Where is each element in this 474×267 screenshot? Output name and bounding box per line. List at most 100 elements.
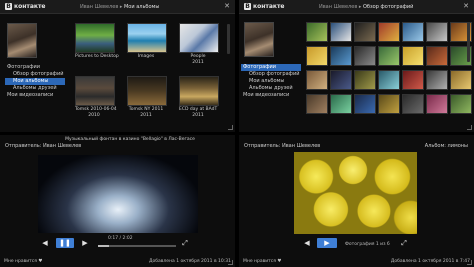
photo-thumbnail[interactable] — [378, 22, 400, 42]
album-date: 2011 — [192, 113, 204, 118]
album-label[interactable]: Альбом: лимоны — [425, 143, 468, 149]
resize-grip-icon[interactable] — [228, 125, 233, 130]
photo-thumbnail[interactable] — [354, 22, 376, 42]
album-cover — [179, 76, 219, 106]
album-card[interactable]: People 2011 — [179, 23, 219, 65]
album-cover — [127, 76, 167, 106]
resize-grip-icon[interactable] — [467, 125, 472, 130]
sidebar-item-photos[interactable]: Фотографии — [5, 64, 65, 71]
pause-button[interactable]: ❚❚ — [56, 238, 74, 248]
album-cover — [75, 76, 115, 106]
sidebar-item-my-videos[interactable]: Мои видеозаписи — [241, 92, 301, 99]
video-controls: ◀ ❚❚ ▶ 0:17 / 2:02 ⤢ — [0, 236, 235, 250]
photo-thumbnail[interactable] — [426, 22, 448, 42]
photo-thumbnail[interactable] — [426, 70, 448, 90]
video-player-window: Музыкальный фонтан в казино "Bellagio" в… — [0, 135, 235, 267]
album-date: 2010 — [88, 113, 100, 118]
fullscreen-icon[interactable]: ⤢ — [399, 238, 409, 248]
prev-icon[interactable]: ◀ — [40, 238, 50, 248]
sidebar-item-friends-albums[interactable]: Альбомы друзей — [241, 85, 301, 92]
close-icon[interactable]: ✕ — [463, 3, 469, 10]
next-photo-button[interactable]: ▶ — [317, 238, 337, 248]
vk-logo-badge: B — [244, 3, 251, 10]
album-title: Pictures to Desktop — [75, 54, 119, 59]
sidebar-item-photo-overview[interactable]: Обзор фотографий — [5, 71, 65, 78]
photo-thumbnail[interactable] — [306, 94, 328, 114]
photo-overview-window: B контакте Иван Шевелев ▸ Обзор фотограф… — [239, 0, 474, 132]
like-button[interactable]: Мне нравится ♥ — [4, 259, 42, 264]
photo-thumbnail[interactable] — [450, 94, 472, 114]
close-icon[interactable]: ✕ — [224, 3, 230, 10]
photo-grid — [306, 22, 472, 114]
album-card[interactable]: Images — [127, 23, 167, 59]
photo-thumbnail[interactable] — [354, 70, 376, 90]
album-cover — [179, 23, 219, 53]
album-card[interactable]: Tomsk 2010-06-04 2010 — [75, 76, 117, 118]
video-title: Музыкальный фонтан в казино "Bellagio" в… — [65, 137, 195, 142]
photo-thumbnail[interactable] — [426, 46, 448, 66]
added-date: Добавлена 1 октября 2011 в 7:47 — [390, 259, 470, 264]
fullscreen-icon[interactable]: ⤢ — [180, 238, 190, 248]
album-date: 2011 — [140, 113, 152, 118]
album-cover — [127, 23, 167, 53]
photo-thumbnail[interactable] — [450, 70, 472, 90]
progress-fill — [98, 245, 109, 247]
resize-grip-icon[interactable] — [467, 260, 472, 265]
album-card[interactable]: Tomsk NY 2011 2011 — [127, 76, 167, 118]
photo-thumbnail[interactable] — [378, 46, 400, 66]
sidebar-item-my-albums[interactable]: Мои альбомы — [5, 78, 65, 85]
breadcrumb: Иван Шевелев ▸ Мои альбомы — [80, 4, 160, 10]
sidebar-menu: Фотографии Обзор фотографий Мои альбомы … — [241, 64, 301, 99]
sidebar-item-photos[interactable]: Фотографии — [241, 64, 301, 71]
breadcrumb: Иван Шевелев ▸ Обзор фотографий — [319, 4, 414, 10]
video-frame[interactable] — [38, 155, 198, 233]
sidebar-item-my-albums[interactable]: Мои альбомы — [241, 78, 301, 85]
photo-viewer-window: Отправитель: Иван Шевелев Альбом: лимоны… — [239, 135, 474, 267]
scrollbar[interactable] — [467, 22, 470, 62]
sender-label[interactable]: Отправитель: Иван Шевелев — [244, 143, 320, 149]
sidebar-menu: Фотографии Обзор фотографий Мои альбомы … — [5, 64, 65, 99]
photo-thumbnail[interactable] — [306, 46, 328, 66]
photo-thumbnail[interactable] — [426, 94, 448, 114]
like-label: Мне нравится — [243, 259, 276, 264]
next-icon[interactable]: ▶ — [80, 238, 90, 248]
photo-thumbnail[interactable] — [330, 70, 352, 90]
photo-thumbnail[interactable] — [354, 94, 376, 114]
album-title: Tomsk 2010-06-04 — [75, 107, 117, 112]
album-card[interactable]: ECD day at BAdT 2011 — [179, 76, 219, 118]
photo-thumbnail[interactable] — [378, 70, 400, 90]
sender-label[interactable]: Отправитель: Иван Шевелев — [5, 143, 81, 149]
photo-thumbnail[interactable] — [330, 22, 352, 42]
photo-thumbnail[interactable] — [402, 46, 424, 66]
scrollbar[interactable] — [227, 24, 230, 54]
photo-thumbnail[interactable] — [354, 46, 376, 66]
vk-logo[interactable]: B контакте — [244, 3, 285, 10]
photo-thumbnail[interactable] — [330, 46, 352, 66]
photo-thumbnail[interactable] — [330, 94, 352, 114]
vk-logo-text: контакте — [253, 3, 285, 10]
album-date: 2011 — [192, 60, 204, 65]
album-title: Images — [137, 54, 155, 59]
photo-thumbnail[interactable] — [402, 22, 424, 42]
photo-thumbnail[interactable] — [378, 94, 400, 114]
sidebar-item-my-videos[interactable]: Мои видеозаписи — [5, 92, 65, 99]
photo-view[interactable] — [294, 152, 417, 234]
heart-icon: ♥ — [277, 259, 282, 264]
vk-logo[interactable]: B контакте — [5, 3, 46, 10]
breadcrumb-owner[interactable]: Иван Шевелев — [319, 4, 357, 10]
like-button[interactable]: Мне нравится ♥ — [243, 259, 281, 264]
profile-avatar[interactable] — [244, 22, 274, 57]
sidebar-item-friends-albums[interactable]: Альбомы друзей — [5, 85, 65, 92]
photo-thumbnail[interactable] — [402, 70, 424, 90]
album-cover — [75, 23, 115, 53]
sidebar-item-photo-overview[interactable]: Обзор фотографий — [241, 71, 301, 78]
album-card[interactable]: Pictures to Desktop — [75, 23, 119, 59]
photo-thumbnail[interactable] — [306, 70, 328, 90]
resize-grip-icon[interactable] — [228, 260, 233, 265]
photo-thumbnail[interactable] — [402, 94, 424, 114]
progress-bar[interactable] — [98, 245, 176, 247]
photo-thumbnail[interactable] — [306, 22, 328, 42]
prev-photo-icon[interactable]: ◀ — [301, 238, 313, 248]
breadcrumb-owner[interactable]: Иван Шевелев — [80, 4, 118, 10]
profile-avatar[interactable] — [7, 23, 37, 58]
